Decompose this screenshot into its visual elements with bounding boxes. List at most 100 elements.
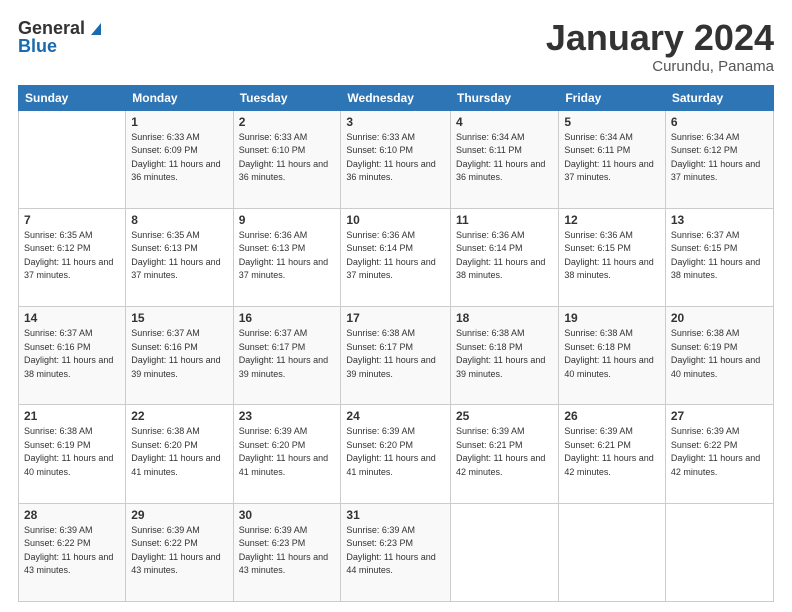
calendar-day-cell: 17 Sunrise: 6:38 AMSunset: 6:17 PMDayligh… (341, 307, 451, 405)
day-number: 31 (346, 508, 445, 522)
calendar-day-cell (665, 503, 773, 601)
day-number: 5 (564, 115, 660, 129)
calendar-day-cell (19, 110, 126, 208)
calendar-day-cell: 22 Sunrise: 6:38 AMSunset: 6:20 PMDayligh… (126, 405, 233, 503)
title-block: January 2024 Curundu, Panama (546, 18, 774, 75)
day-info: Sunrise: 6:37 AMSunset: 6:16 PMDaylight:… (131, 327, 227, 381)
calendar-day-cell: 31 Sunrise: 6:39 AMSunset: 6:23 PMDayligh… (341, 503, 451, 601)
calendar-day-cell: 30 Sunrise: 6:39 AMSunset: 6:23 PMDayligh… (233, 503, 341, 601)
day-info: Sunrise: 6:39 AMSunset: 6:22 PMDaylight:… (671, 425, 768, 479)
day-info: Sunrise: 6:39 AMSunset: 6:21 PMDaylight:… (456, 425, 553, 479)
day-info: Sunrise: 6:35 AMSunset: 6:13 PMDaylight:… (131, 229, 227, 283)
calendar-day-cell: 23 Sunrise: 6:39 AMSunset: 6:20 PMDayligh… (233, 405, 341, 503)
title-location: Curundu, Panama (546, 58, 774, 75)
weekday-header-cell: Sunday (19, 85, 126, 110)
day-number: 22 (131, 409, 227, 423)
day-number: 10 (346, 213, 445, 227)
day-number: 6 (671, 115, 768, 129)
calendar-day-cell: 11Sunrise: 6:36 AMSunset: 6:14 PMDayligh… (451, 208, 559, 306)
calendar-day-cell: 16 Sunrise: 6:37 AMSunset: 6:17 PMDayligh… (233, 307, 341, 405)
calendar-day-cell: 2 Sunrise: 6:33 AMSunset: 6:10 PMDaylight… (233, 110, 341, 208)
calendar-table: SundayMondayTuesdayWednesdayThursdayFrid… (18, 85, 774, 602)
calendar-day-cell: 18 Sunrise: 6:38 AMSunset: 6:18 PMDayligh… (451, 307, 559, 405)
day-info: Sunrise: 6:33 AMSunset: 6:10 PMDaylight:… (239, 131, 336, 185)
day-info: Sunrise: 6:34 AMSunset: 6:11 PMDaylight:… (456, 131, 553, 185)
day-number: 4 (456, 115, 553, 129)
day-number: 12 (564, 213, 660, 227)
calendar-day-cell: 14 Sunrise: 6:37 AMSunset: 6:16 PMDayligh… (19, 307, 126, 405)
weekday-header-cell: Wednesday (341, 85, 451, 110)
calendar-day-cell: 9Sunrise: 6:36 AMSunset: 6:13 PMDaylight… (233, 208, 341, 306)
calendar-day-cell: 29 Sunrise: 6:39 AMSunset: 6:22 PMDayligh… (126, 503, 233, 601)
day-number: 14 (24, 311, 120, 325)
day-number: 24 (346, 409, 445, 423)
weekday-header-cell: Thursday (451, 85, 559, 110)
day-number: 23 (239, 409, 336, 423)
weekday-header-cell: Tuesday (233, 85, 341, 110)
day-number: 2 (239, 115, 336, 129)
day-info: Sunrise: 6:37 AMSunset: 6:15 PMDaylight:… (671, 229, 768, 283)
calendar-day-cell: 26Sunrise: 6:39 AMSunset: 6:21 PMDayligh… (559, 405, 666, 503)
day-info: Sunrise: 6:33 AMSunset: 6:10 PMDaylight:… (346, 131, 445, 185)
day-info: Sunrise: 6:39 AMSunset: 6:22 PMDaylight:… (24, 524, 120, 578)
day-info: Sunrise: 6:35 AMSunset: 6:12 PMDaylight:… (24, 229, 120, 283)
calendar-day-cell: 13 Sunrise: 6:37 AMSunset: 6:15 PMDayligh… (665, 208, 773, 306)
day-number: 17 (346, 311, 445, 325)
calendar-day-cell: 5 Sunrise: 6:34 AMSunset: 6:11 PMDaylight… (559, 110, 666, 208)
day-number: 8 (131, 213, 227, 227)
calendar-day-cell: 6Sunrise: 6:34 AMSunset: 6:12 PMDaylight… (665, 110, 773, 208)
weekday-header-cell: Saturday (665, 85, 773, 110)
calendar-week-row: 1 Sunrise: 6:33 AMSunset: 6:09 PMDaylight… (19, 110, 774, 208)
day-number: 9 (239, 213, 336, 227)
page: General Blue January 2024 Curundu, Panam… (0, 0, 792, 612)
day-number: 26 (564, 409, 660, 423)
day-info: Sunrise: 6:36 AMSunset: 6:15 PMDaylight:… (564, 229, 660, 283)
weekday-header-cell: Monday (126, 85, 233, 110)
day-info: Sunrise: 6:38 AMSunset: 6:20 PMDaylight:… (131, 425, 227, 479)
day-info: Sunrise: 6:36 AMSunset: 6:14 PMDaylight:… (346, 229, 445, 283)
day-info: Sunrise: 6:39 AMSunset: 6:22 PMDaylight:… (131, 524, 227, 578)
day-number: 13 (671, 213, 768, 227)
day-info: Sunrise: 6:38 AMSunset: 6:18 PMDaylight:… (456, 327, 553, 381)
header: General Blue January 2024 Curundu, Panam… (18, 18, 774, 75)
day-info: Sunrise: 6:39 AMSunset: 6:20 PMDaylight:… (239, 425, 336, 479)
day-info: Sunrise: 6:37 AMSunset: 6:17 PMDaylight:… (239, 327, 336, 381)
day-number: 25 (456, 409, 553, 423)
calendar-day-cell: 1 Sunrise: 6:33 AMSunset: 6:09 PMDaylight… (126, 110, 233, 208)
day-info: Sunrise: 6:39 AMSunset: 6:23 PMDaylight:… (239, 524, 336, 578)
day-number: 20 (671, 311, 768, 325)
day-number: 27 (671, 409, 768, 423)
calendar-header-row: SundayMondayTuesdayWednesdayThursdayFrid… (19, 85, 774, 110)
calendar-day-cell: 8 Sunrise: 6:35 AMSunset: 6:13 PMDaylight… (126, 208, 233, 306)
day-number: 21 (24, 409, 120, 423)
day-info: Sunrise: 6:39 AMSunset: 6:23 PMDaylight:… (346, 524, 445, 578)
calendar-day-cell: 3Sunrise: 6:33 AMSunset: 6:10 PMDaylight… (341, 110, 451, 208)
day-number: 28 (24, 508, 120, 522)
day-info: Sunrise: 6:38 AMSunset: 6:19 PMDaylight:… (24, 425, 120, 479)
calendar-day-cell: 15Sunrise: 6:37 AMSunset: 6:16 PMDayligh… (126, 307, 233, 405)
day-number: 16 (239, 311, 336, 325)
day-number: 1 (131, 115, 227, 129)
calendar-day-cell: 25 Sunrise: 6:39 AMSunset: 6:21 PMDayligh… (451, 405, 559, 503)
calendar-week-row: 28 Sunrise: 6:39 AMSunset: 6:22 PMDayligh… (19, 503, 774, 601)
calendar-day-cell: 10 Sunrise: 6:36 AMSunset: 6:14 PMDayligh… (341, 208, 451, 306)
day-info: Sunrise: 6:33 AMSunset: 6:09 PMDaylight:… (131, 131, 227, 185)
day-number: 29 (131, 508, 227, 522)
calendar-body: 1 Sunrise: 6:33 AMSunset: 6:09 PMDaylight… (19, 110, 774, 601)
calendar-week-row: 21 Sunrise: 6:38 AMSunset: 6:19 PMDayligh… (19, 405, 774, 503)
day-number: 30 (239, 508, 336, 522)
calendar-day-cell: 24Sunrise: 6:39 AMSunset: 6:20 PMDayligh… (341, 405, 451, 503)
logo-icon (87, 19, 105, 37)
day-info: Sunrise: 6:38 AMSunset: 6:19 PMDaylight:… (671, 327, 768, 381)
calendar-day-cell (451, 503, 559, 601)
calendar-day-cell: 4 Sunrise: 6:34 AMSunset: 6:11 PMDaylight… (451, 110, 559, 208)
day-info: Sunrise: 6:38 AMSunset: 6:17 PMDaylight:… (346, 327, 445, 381)
weekday-header-cell: Friday (559, 85, 666, 110)
calendar-day-cell: 12 Sunrise: 6:36 AMSunset: 6:15 PMDayligh… (559, 208, 666, 306)
day-info: Sunrise: 6:37 AMSunset: 6:16 PMDaylight:… (24, 327, 120, 381)
day-number: 18 (456, 311, 553, 325)
calendar-day-cell: 28 Sunrise: 6:39 AMSunset: 6:22 PMDayligh… (19, 503, 126, 601)
calendar-day-cell: 19Sunrise: 6:38 AMSunset: 6:18 PMDayligh… (559, 307, 666, 405)
day-number: 19 (564, 311, 660, 325)
day-info: Sunrise: 6:34 AMSunset: 6:11 PMDaylight:… (564, 131, 660, 185)
